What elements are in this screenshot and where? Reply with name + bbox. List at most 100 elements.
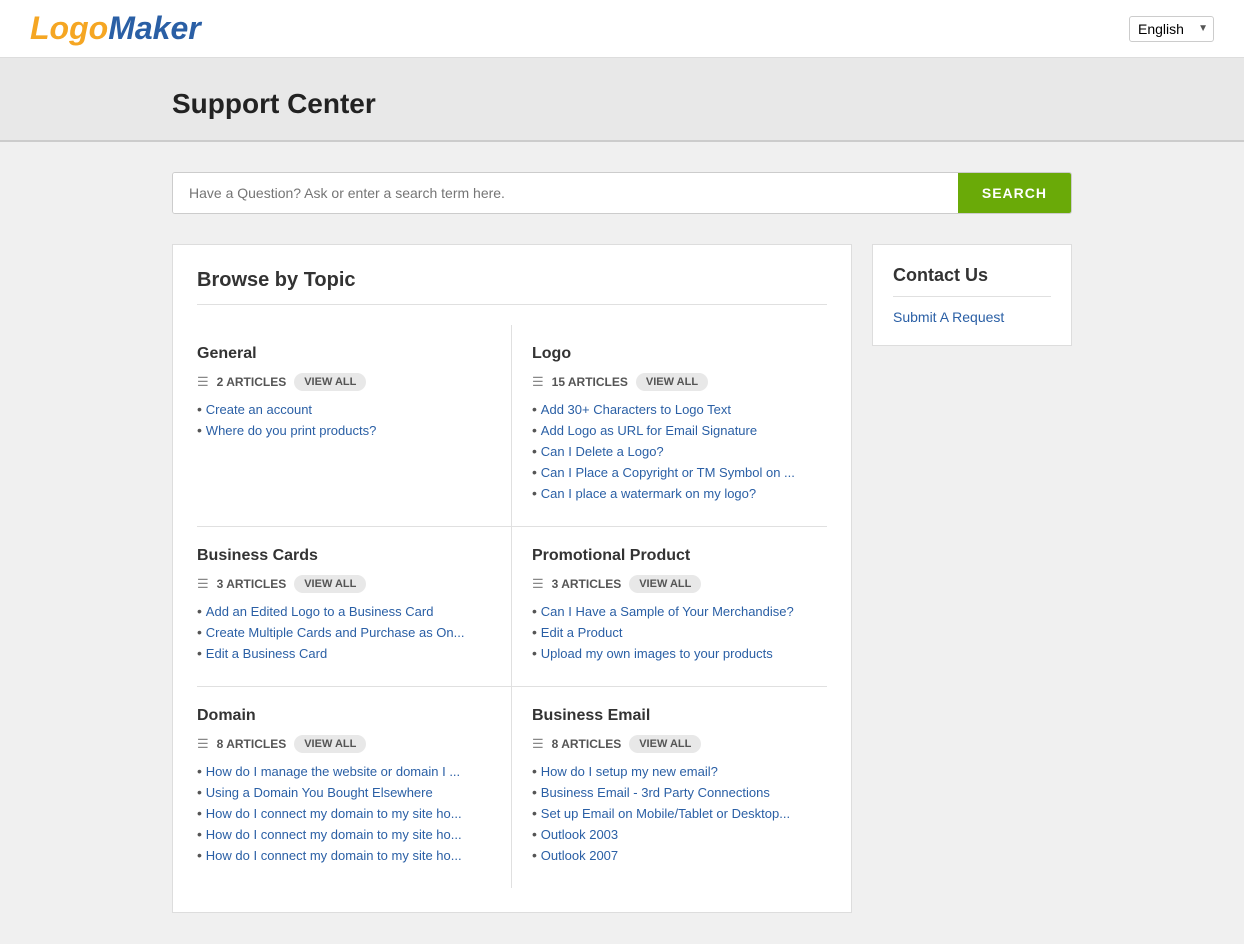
- topic-business-cards-view-all[interactable]: VIEW ALL: [294, 575, 366, 593]
- list-item: Add an Edited Logo to a Business Card: [197, 603, 491, 619]
- articles-icon: ☰: [197, 576, 209, 592]
- topic-domain-title: Domain: [197, 707, 491, 725]
- topic-business-cards-list: Add an Edited Logo to a Business Card Cr…: [197, 603, 491, 661]
- search-input[interactable]: [173, 173, 958, 213]
- main-content: Browse by Topic General ☰ 2 ARTICLES VIE…: [142, 244, 1102, 913]
- topic-business-cards-title: Business Cards: [197, 547, 491, 565]
- topic-promotional-count: 3 ARTICLES: [552, 577, 622, 591]
- topic-business-email-view-all[interactable]: VIEW ALL: [629, 735, 701, 753]
- list-item: Add 30+ Characters to Logo Text: [532, 401, 827, 417]
- browse-section: Browse by Topic General ☰ 2 ARTICLES VIE…: [172, 244, 852, 913]
- list-item: Create Multiple Cards and Purchase as On…: [197, 624, 491, 640]
- articles-icon: ☰: [197, 736, 209, 752]
- topic-logo-view-all[interactable]: VIEW ALL: [636, 373, 708, 391]
- topic-business-email-list: How do I setup my new email? Business Em…: [532, 763, 827, 863]
- topic-logo-list: Add 30+ Characters to Logo Text Add Logo…: [532, 401, 827, 501]
- topic-promotional-list: Can I Have a Sample of Your Merchandise?…: [532, 603, 827, 661]
- topic-promotional-articles-row: ☰ 3 ARTICLES VIEW ALL: [532, 575, 827, 593]
- logo-logo-text: Logo: [30, 10, 108, 47]
- topic-promotional-title: Promotional Product: [532, 547, 827, 565]
- list-item: Upload my own images to your products: [532, 645, 827, 661]
- topic-logo-count: 15 ARTICLES: [552, 375, 628, 389]
- articles-icon: ☰: [532, 374, 544, 390]
- topic-general-view-all[interactable]: VIEW ALL: [294, 373, 366, 391]
- list-item: Can I Place a Copyright or TM Symbol on …: [532, 464, 827, 480]
- article-link[interactable]: Upload my own images to your products: [541, 646, 773, 661]
- support-banner: Support Center: [0, 58, 1244, 142]
- article-link[interactable]: Can I Have a Sample of Your Merchandise?: [541, 604, 794, 619]
- list-item: Using a Domain You Bought Elsewhere: [197, 784, 491, 800]
- topic-promotional-view-all[interactable]: VIEW ALL: [629, 575, 701, 593]
- topic-general-list: Create an account Where do you print pro…: [197, 401, 491, 438]
- article-link[interactable]: Can I Delete a Logo?: [541, 444, 664, 459]
- article-link[interactable]: Can I Place a Copyright or TM Symbol on …: [541, 465, 795, 480]
- language-selector-wrapper: English Spanish French: [1129, 16, 1214, 42]
- topic-general-title: General: [197, 345, 491, 363]
- topic-business-cards-articles-row: ☰ 3 ARTICLES VIEW ALL: [197, 575, 491, 593]
- header: LogoMaker English Spanish French: [0, 0, 1244, 58]
- list-item: Outlook 2003: [532, 826, 827, 842]
- list-item: How do I setup my new email?: [532, 763, 827, 779]
- list-item: Where do you print products?: [197, 422, 491, 438]
- list-item: Edit a Business Card: [197, 645, 491, 661]
- topic-logo-title: Logo: [532, 345, 827, 363]
- article-link[interactable]: Create Multiple Cards and Purchase as On…: [206, 625, 465, 640]
- list-item: Outlook 2007: [532, 847, 827, 863]
- article-link[interactable]: Edit a Product: [541, 625, 623, 640]
- article-link[interactable]: Add Logo as URL for Email Signature: [541, 423, 757, 438]
- contact-title: Contact Us: [893, 265, 1051, 297]
- list-item: Add Logo as URL for Email Signature: [532, 422, 827, 438]
- list-item: Can I Have a Sample of Your Merchandise?: [532, 603, 827, 619]
- topic-business-email: Business Email ☰ 8 ARTICLES VIEW ALL How…: [512, 687, 827, 888]
- article-link[interactable]: Can I place a watermark on my logo?: [541, 486, 756, 501]
- list-item: How do I connect my domain to my site ho…: [197, 847, 491, 863]
- article-link[interactable]: Where do you print products?: [206, 423, 377, 438]
- topic-domain-list: How do I manage the website or domain I …: [197, 763, 491, 863]
- topic-business-email-articles-row: ☰ 8 ARTICLES VIEW ALL: [532, 735, 827, 753]
- article-link[interactable]: Set up Email on Mobile/Tablet or Desktop…: [541, 806, 790, 821]
- article-link[interactable]: Outlook 2007: [541, 848, 618, 863]
- list-item: Create an account: [197, 401, 491, 417]
- topic-domain-count: 8 ARTICLES: [217, 737, 287, 751]
- article-link[interactable]: How do I connect my domain to my site ho…: [206, 806, 462, 821]
- article-link[interactable]: Add 30+ Characters to Logo Text: [541, 402, 731, 417]
- articles-icon: ☰: [532, 736, 544, 752]
- article-link[interactable]: How do I manage the website or domain I …: [206, 764, 460, 779]
- list-item: How do I connect my domain to my site ho…: [197, 805, 491, 821]
- article-link[interactable]: Edit a Business Card: [206, 646, 327, 661]
- topic-general-count: 2 ARTICLES: [217, 375, 287, 389]
- topic-domain: Domain ☰ 8 ARTICLES VIEW ALL How do I ma…: [197, 687, 512, 888]
- article-link[interactable]: Outlook 2003: [541, 827, 618, 842]
- topic-domain-view-all[interactable]: VIEW ALL: [294, 735, 366, 753]
- list-item: How do I connect my domain to my site ho…: [197, 826, 491, 842]
- logo: LogoMaker: [30, 10, 201, 47]
- topic-grid: General ☰ 2 ARTICLES VIEW ALL Create an …: [197, 325, 827, 888]
- topic-general: General ☰ 2 ARTICLES VIEW ALL Create an …: [197, 325, 512, 527]
- list-item: How do I manage the website or domain I …: [197, 763, 491, 779]
- topic-general-articles-row: ☰ 2 ARTICLES VIEW ALL: [197, 373, 491, 391]
- topic-promotional: Promotional Product ☰ 3 ARTICLES VIEW AL…: [512, 527, 827, 687]
- list-item: Can I place a watermark on my logo?: [532, 485, 827, 501]
- topic-business-email-count: 8 ARTICLES: [552, 737, 622, 751]
- topic-business-email-title: Business Email: [532, 707, 827, 725]
- article-link[interactable]: How do I connect my domain to my site ho…: [206, 827, 462, 842]
- topic-logo: Logo ☰ 15 ARTICLES VIEW ALL Add 30+ Char…: [512, 325, 827, 527]
- topic-business-cards: Business Cards ☰ 3 ARTICLES VIEW ALL Add…: [197, 527, 512, 687]
- search-section: SEARCH: [142, 172, 1102, 214]
- contact-section: Contact Us Submit A Request: [872, 244, 1072, 346]
- list-item: Can I Delete a Logo?: [532, 443, 827, 459]
- article-link[interactable]: How do I connect my domain to my site ho…: [206, 848, 462, 863]
- list-item: Business Email - 3rd Party Connections: [532, 784, 827, 800]
- article-link[interactable]: Create an account: [206, 402, 312, 417]
- topic-business-cards-count: 3 ARTICLES: [217, 577, 287, 591]
- article-link[interactable]: How do I setup my new email?: [541, 764, 718, 779]
- article-link[interactable]: Add an Edited Logo to a Business Card: [206, 604, 434, 619]
- search-bar: SEARCH: [172, 172, 1072, 214]
- articles-icon: ☰: [197, 374, 209, 390]
- article-link[interactable]: Business Email - 3rd Party Connections: [541, 785, 770, 800]
- article-link[interactable]: Using a Domain You Bought Elsewhere: [206, 785, 433, 800]
- articles-icon: ☰: [532, 576, 544, 592]
- submit-request-link[interactable]: Submit A Request: [893, 309, 1004, 325]
- search-button[interactable]: SEARCH: [958, 173, 1071, 213]
- language-select[interactable]: English Spanish French: [1129, 16, 1214, 42]
